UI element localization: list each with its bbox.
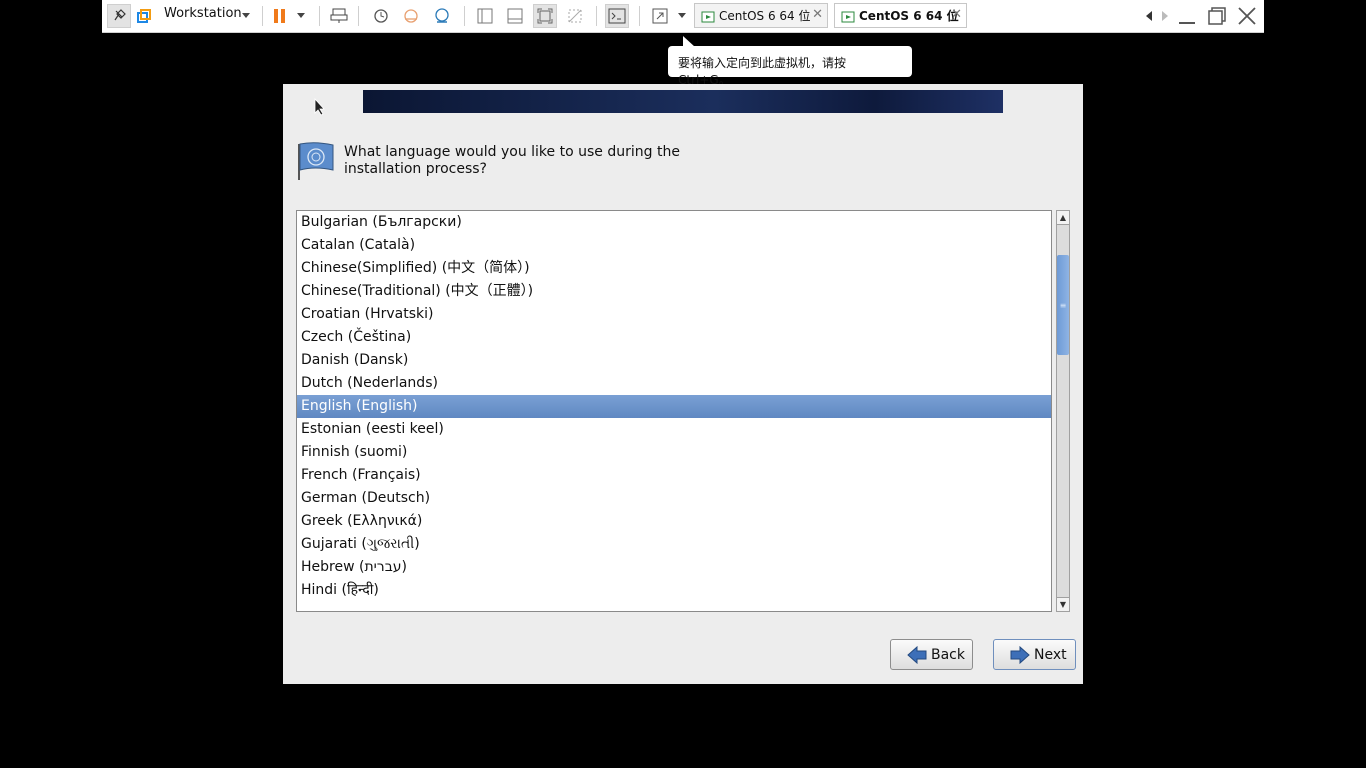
language-question: What language would you like to use duri… xyxy=(344,144,680,177)
language-option[interactable]: Greek (Ελληνικά) xyxy=(297,510,1051,533)
installer-banner xyxy=(363,90,1003,113)
stretch-dropdown-icon[interactable] xyxy=(670,4,694,28)
snapshot-icon[interactable] xyxy=(369,4,393,28)
language-flag-icon xyxy=(298,142,334,180)
power-dropdown-icon[interactable] xyxy=(289,4,313,28)
console-icon[interactable] xyxy=(605,4,629,28)
vm-tab-inactive[interactable]: CentOS 6 64 位 ✕ xyxy=(694,3,828,28)
next-button[interactable]: Next xyxy=(993,639,1076,670)
pin-icon[interactable] xyxy=(107,4,131,28)
mouse-cursor-icon xyxy=(314,98,325,116)
snapshot-manager-icon[interactable] xyxy=(430,4,454,28)
vm-console[interactable]: What language would you like to use duri… xyxy=(283,84,1083,684)
vm-tab-label: CentOS 6 64 位 xyxy=(719,9,811,23)
language-option[interactable]: Danish (Dansk) xyxy=(297,349,1051,372)
vm-tab-icon xyxy=(841,11,855,22)
language-option[interactable]: Bulgarian (Български) xyxy=(297,211,1051,234)
language-list[interactable]: Bulgarian (Български) Catalan (Català) Chi… xyxy=(296,210,1052,612)
language-list-scrollbar[interactable]: ▲ ≡ ▼ xyxy=(1056,210,1070,612)
full-screen-icon[interactable] xyxy=(533,4,557,28)
language-option[interactable]: Catalan (Català) xyxy=(297,234,1051,257)
language-option[interactable]: Estonian (eesti keel) xyxy=(297,418,1051,441)
language-option[interactable]: Finnish (suomi) xyxy=(297,441,1051,464)
restore-icon[interactable] xyxy=(1205,4,1229,28)
tab-close-icon[interactable]: ✕ xyxy=(812,7,823,22)
vmware-toolbar: Workstation CentOS 6 64 位 ✕ CentOS 6 64 … xyxy=(102,0,1264,33)
tab-close-icon[interactable]: ✕ xyxy=(951,7,962,22)
library-icon[interactable] xyxy=(473,4,497,28)
language-option[interactable]: English (English) xyxy=(297,395,1051,418)
language-option[interactable]: Chinese(Traditional) (中文（正體）) xyxy=(297,280,1051,303)
language-option[interactable]: Czech (Čeština) xyxy=(297,326,1051,349)
next-tab-icon[interactable] xyxy=(1153,4,1177,28)
language-option[interactable]: German (Deutsch) xyxy=(297,487,1051,510)
workstation-dropdown-icon[interactable] xyxy=(234,4,258,28)
language-option[interactable]: Hebrew (עברית) xyxy=(297,556,1051,579)
language-option[interactable]: Chinese(Simplified) (中文（简体）) xyxy=(297,257,1051,280)
back-label: Back xyxy=(931,646,965,663)
language-option[interactable]: Croatian (Hrvatski) xyxy=(297,303,1051,326)
scroll-thumb[interactable]: ≡ xyxy=(1057,255,1069,355)
vmware-logo-icon[interactable] xyxy=(132,4,156,28)
workstation-menu-label[interactable]: Workstation xyxy=(164,6,242,21)
vm-tab-active[interactable]: CentOS 6 64 位 ✕ xyxy=(834,3,967,28)
next-arrow-icon xyxy=(1010,645,1030,664)
back-arrow-icon xyxy=(907,645,927,664)
language-option[interactable]: Gujarati (ગુજરાતી) xyxy=(297,533,1051,556)
language-option[interactable]: French (Français) xyxy=(297,464,1051,487)
unity-icon[interactable] xyxy=(563,4,587,28)
close-icon[interactable] xyxy=(1235,4,1259,28)
language-option[interactable]: Dutch (Nederlands) xyxy=(297,372,1051,395)
back-button[interactable]: Back xyxy=(890,639,973,670)
input-redirect-tooltip: 要将输入定向到此虚拟机，请按 Ctrl+G。 xyxy=(668,46,912,87)
next-label: Next xyxy=(1034,646,1067,663)
vm-tab-icon xyxy=(701,11,715,22)
thumbnail-icon[interactable] xyxy=(503,4,527,28)
send-keys-icon[interactable] xyxy=(327,4,351,28)
scroll-up-icon[interactable]: ▲ xyxy=(1057,211,1069,225)
vm-tab-label: CentOS 6 64 位 xyxy=(859,9,959,23)
stretch-icon[interactable] xyxy=(648,4,672,28)
revert-snapshot-icon[interactable] xyxy=(399,4,423,28)
scroll-down-icon[interactable]: ▼ xyxy=(1057,597,1069,611)
language-option[interactable]: Hindi (हिन्दी) xyxy=(297,579,1051,602)
minimize-icon[interactable] xyxy=(1175,4,1199,28)
